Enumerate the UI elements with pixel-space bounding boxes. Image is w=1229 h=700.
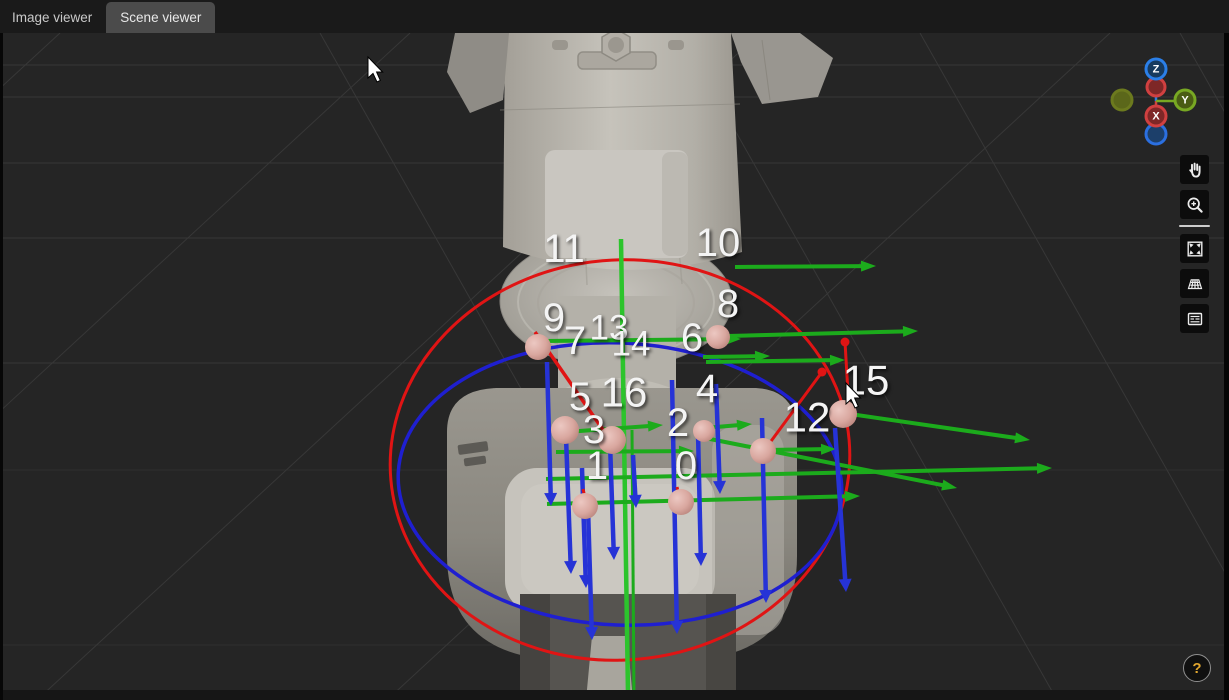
zoom-button[interactable]	[1180, 190, 1209, 219]
waypoint-label-14[interactable]: 14	[612, 325, 651, 364]
scene-viewer-window: 0 1 2 3 4 5 6 7 8 9 10 11 12 13 14 15 16 Z X Y Image viewer…	[0, 0, 1229, 700]
hand-icon	[1188, 162, 1201, 178]
gizmo-axis-neg[interactable]	[1145, 76, 1167, 98]
green-axis-arrow	[734, 264, 865, 269]
waypoint-label-7[interactable]: 7	[564, 319, 586, 363]
legend-button[interactable]	[1180, 304, 1209, 333]
viewport-toolbar	[1179, 155, 1213, 339]
3d-viewport[interactable]: 012345678910111213141516ZXY	[0, 0, 1229, 700]
blue-axis-arrow	[695, 431, 704, 557]
waypoint-label-4[interactable]: 4	[696, 367, 718, 411]
waypoint-sphere[interactable]	[706, 325, 730, 349]
waypoint-label-8[interactable]: 8	[717, 282, 739, 326]
blue-axis-arrow	[630, 454, 638, 499]
waypoint-sphere[interactable]	[572, 493, 598, 519]
waypoint-sphere[interactable]	[551, 416, 579, 444]
pan-button[interactable]	[1180, 155, 1209, 184]
viewport-left-edge	[0, 33, 3, 700]
waypoint-label-6[interactable]: 6	[681, 316, 703, 360]
waypoint-label-12[interactable]: 12	[784, 394, 831, 441]
waypoint-label-0[interactable]: 0	[675, 444, 697, 488]
waypoint-label-10[interactable]: 10	[696, 221, 741, 265]
waypoint-sphere[interactable]	[668, 489, 694, 515]
waypoint-label-16[interactable]: 16	[601, 369, 648, 416]
tab-scene-viewer[interactable]: Scene viewer	[106, 2, 216, 33]
waypoint-label-9[interactable]: 9	[543, 296, 565, 340]
gizmo-axis-neg[interactable]	[1110, 88, 1134, 112]
waypoint-label-11[interactable]: 11	[543, 227, 585, 271]
tab-image-viewer[interactable]: Image viewer	[0, 2, 104, 33]
help-button[interactable]: ?	[1183, 654, 1211, 682]
green-axis-arrow	[702, 354, 759, 359]
green-axis-arrow	[705, 358, 834, 364]
magnifier-plus-icon	[1187, 197, 1203, 213]
bottom-bar	[0, 690, 1229, 700]
waypoint-label-2[interactable]: 2	[667, 401, 689, 445]
waypoint-label-5[interactable]: 5	[569, 375, 591, 419]
red-pin-dot	[817, 367, 827, 377]
waypoint-sphere[interactable]	[750, 438, 776, 464]
tab-bar: Image viewer Scene viewer	[0, 0, 1229, 33]
fit-view-button[interactable]	[1180, 234, 1209, 263]
viewport-right-edge	[1224, 33, 1229, 700]
list-icon	[1187, 312, 1202, 325]
toolbar-separator	[1179, 225, 1210, 227]
gizmo-axis-label: X	[1152, 111, 1160, 123]
gizmo-axis-label: Y	[1181, 95, 1189, 107]
grid-plane-icon	[1187, 278, 1202, 289]
waypoint-sphere[interactable]	[693, 420, 715, 442]
red-pin-dot	[840, 337, 850, 347]
fit-screen-icon	[1187, 241, 1203, 257]
ground-plane-button[interactable]	[1180, 269, 1209, 298]
gizmo-axis-label: Z	[1153, 64, 1160, 76]
